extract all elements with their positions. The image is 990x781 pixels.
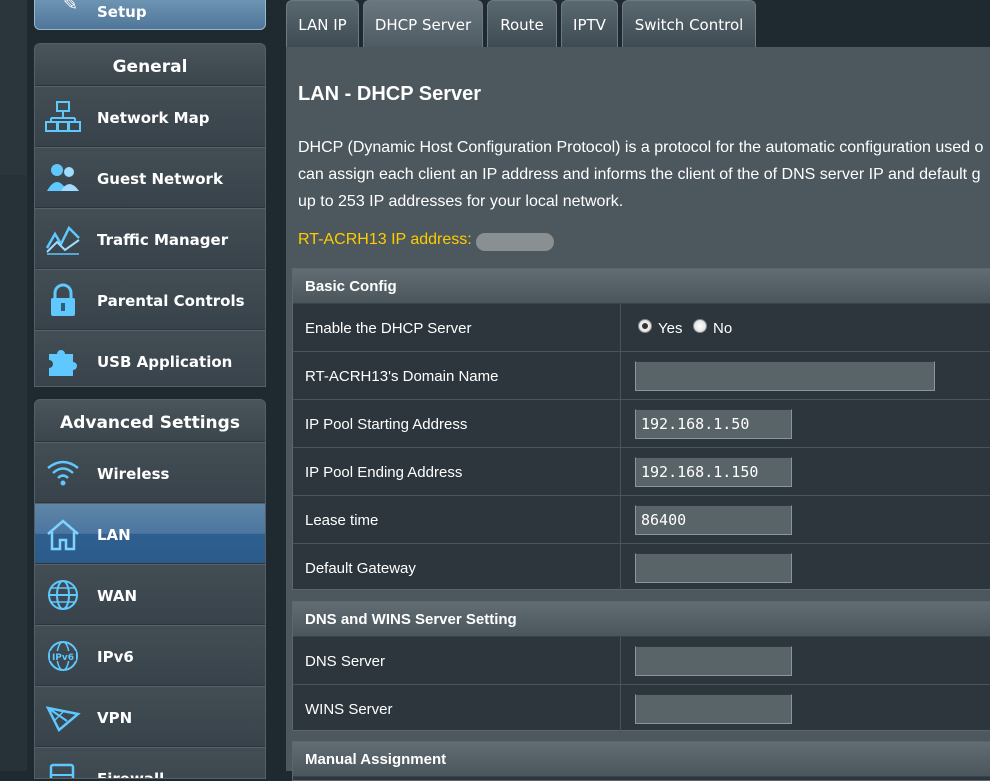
enable-dhcp-yes-radio[interactable] (638, 319, 652, 333)
pool-end-label: IP Pool Ending Address (305, 464, 463, 481)
sidebar-item-label: Parental Controls (97, 292, 245, 310)
tab-lan-ip[interactable]: LAN IP (286, 0, 359, 47)
domain-name-input[interactable] (635, 361, 935, 391)
globe-icon (48, 580, 78, 610)
puzzle-icon (49, 350, 77, 376)
tab-dhcp-server[interactable]: DHCP Server (363, 0, 483, 47)
domain-name-label: RT-ACRH13's Domain Name (305, 368, 499, 385)
sidebar-item-label: WAN (97, 587, 138, 605)
sidebar-item-traffic-manager[interactable]: Traffic Manager (35, 208, 265, 269)
redacted-ip-address (476, 233, 554, 251)
general-menu: General Network Map Guest Network Traffi… (34, 43, 266, 387)
traffic-manager-icon (45, 225, 80, 255)
table-row: DNS Server (293, 637, 990, 685)
sidebar-item-label: Wireless (97, 465, 170, 483)
table-row: Enable the DHCP Server Yes No (293, 304, 990, 352)
sidebar-item-lan[interactable]: LAN (35, 503, 265, 564)
wand-icon: ✎ (63, 0, 79, 14)
lease-time-input[interactable]: 86400 (635, 505, 792, 535)
svg-text:IPv6: IPv6 (52, 653, 74, 663)
table-row: Lease time 86400 (293, 496, 990, 544)
setup-label: Setup (97, 3, 147, 21)
sidebar-item-label: LAN (97, 526, 131, 544)
network-map-icon (45, 101, 81, 132)
description-line: can assign each client an IP address and… (298, 166, 981, 183)
router-ip-label: RT-ACRH13 IP address: (298, 231, 472, 248)
dns-wins-section: DNS and WINS Server Setting DNS Server W… (292, 601, 990, 732)
firewall-icon (49, 763, 75, 778)
basic-config-section: Basic Config Enable the DHCP Server Yes … (292, 268, 990, 591)
sidebar-item-label: Firewall (97, 770, 165, 779)
sidebar-item-label: Guest Network (97, 170, 223, 188)
sidebar-item-wireless[interactable]: Wireless (35, 442, 265, 503)
tab-label: Switch Control (634, 16, 744, 34)
ipv6-globe-icon: IPv6 (48, 641, 78, 671)
table-row: RT-ACRH13's Domain Name (293, 352, 990, 400)
sidebar-item-parental-controls[interactable]: Parental Controls (35, 269, 265, 330)
table-row: IP Pool Ending Address 192.168.1.150 (293, 448, 990, 496)
page-title: LAN - DHCP Server (298, 83, 482, 105)
section-header: Basic Config (293, 269, 990, 304)
yes-label: Yes (658, 320, 683, 337)
sidebar-item-firewall[interactable]: Firewall (35, 747, 265, 779)
tab-route[interactable]: Route (487, 0, 557, 47)
default-gateway-label: Default Gateway (305, 560, 416, 577)
guest-network-icon (47, 164, 79, 191)
main-content: LAN - DHCP Server DHCP (Dynamic Host Con… (286, 47, 990, 781)
default-gateway-input[interactable] (635, 553, 792, 583)
sidebar-item-label: VPN (97, 709, 133, 727)
sidebar-item-label: USB Application (97, 353, 233, 371)
general-menu-title: General (35, 44, 265, 86)
wifi-icon (47, 460, 79, 486)
vpn-icon (45, 706, 81, 732)
section-header: Manual Assignment (293, 742, 990, 777)
pool-start-label: IP Pool Starting Address (305, 416, 468, 433)
enable-dhcp-label: Enable the DHCP Server (305, 320, 472, 337)
sidebar-item-network-map[interactable]: Network Map (35, 86, 265, 147)
home-icon (47, 519, 79, 551)
lease-time-label: Lease time (305, 512, 379, 529)
quick-setup-button[interactable]: ✎ Setup (34, 0, 266, 30)
sidebar-item-ipv6[interactable]: IPv6 IPv6 (35, 625, 265, 686)
description-line: DHCP (Dynamic Host Configuration Protoco… (298, 139, 984, 156)
dns-server-label: DNS Server (305, 653, 386, 670)
tab-label: Route (500, 16, 544, 34)
advanced-settings-menu: Advanced Settings Wireless LAN WAN IPv6 … (34, 399, 266, 779)
tab-switch-control[interactable]: Switch Control (622, 0, 756, 47)
no-label: No (713, 320, 733, 337)
table-row: IP Pool Starting Address 192.168.1.50 (293, 400, 990, 448)
sidebar-item-label: Network Map (97, 109, 210, 127)
enable-dhcp-no-radio[interactable] (693, 319, 707, 333)
tab-iptv[interactable]: IPTV (561, 0, 618, 47)
page-description: DHCP (Dynamic Host Configuration Protoco… (298, 134, 990, 215)
section-header: DNS and WINS Server Setting (293, 602, 990, 637)
wins-server-input[interactable] (635, 694, 792, 724)
table-row: Default Gateway (293, 544, 990, 591)
sidebar-item-label: IPv6 (97, 648, 134, 666)
sidebar-item-vpn[interactable]: VPN (35, 686, 265, 747)
lock-icon (51, 283, 75, 316)
wins-server-label: WINS Server (305, 701, 393, 718)
sidebar-item-guest-network[interactable]: Guest Network (35, 147, 265, 208)
description-line: up to 253 IP addresses for your local ne… (298, 193, 624, 210)
tab-label: DHCP Server (374, 16, 472, 34)
sidebar-item-label: Traffic Manager (97, 231, 229, 249)
pool-start-input[interactable]: 192.168.1.50 (635, 409, 792, 439)
dns-server-input[interactable] (635, 646, 792, 676)
sidebar-item-usb-application[interactable]: USB Application (35, 330, 265, 386)
tab-label: LAN IP (298, 16, 347, 34)
manual-assignment-section: Manual Assignment (292, 741, 990, 781)
sidebar-item-wan[interactable]: WAN (35, 564, 265, 625)
advanced-settings-title: Advanced Settings (35, 400, 265, 442)
tab-label: IPTV (573, 16, 606, 34)
table-row: WINS Server (293, 685, 990, 732)
pool-end-input[interactable]: 192.168.1.150 (635, 457, 792, 487)
